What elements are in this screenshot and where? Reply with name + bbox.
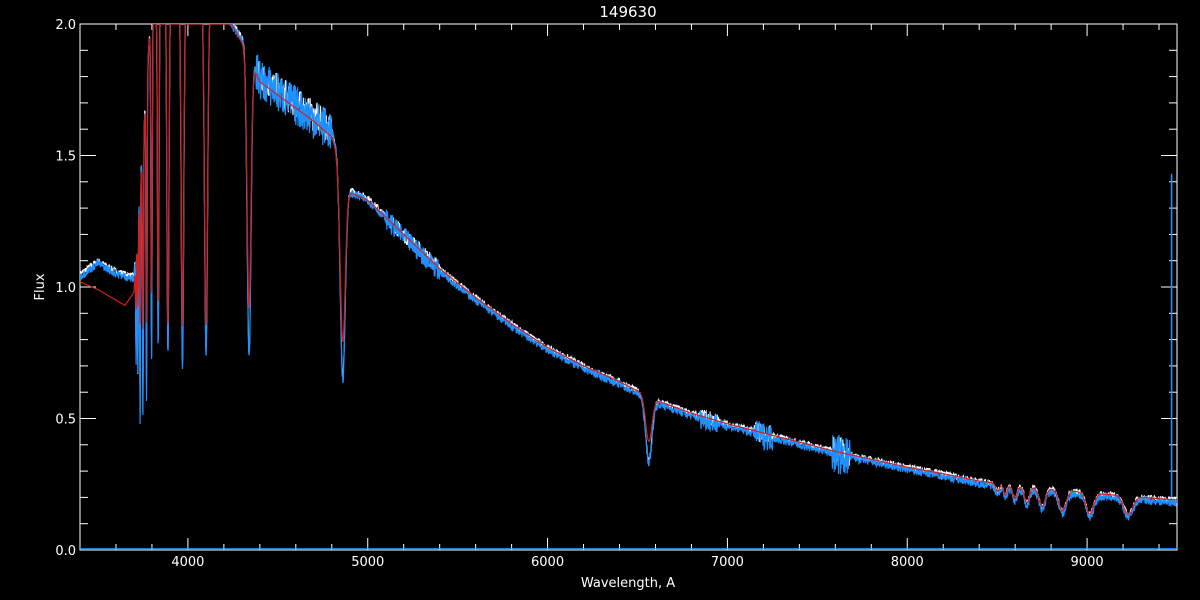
y-tick-label: 1.0: [55, 281, 76, 296]
observed-spectrum-blue: [80, 24, 1177, 521]
x-tick-label: 9000: [1071, 555, 1104, 570]
x-tick-label: 5000: [351, 555, 384, 570]
y-tick-label: 0.0: [55, 544, 76, 559]
x-tick-label: 8000: [891, 555, 924, 570]
y-tick-label: 0.5: [55, 413, 76, 428]
x-tick-label: 4000: [171, 555, 204, 570]
y-axis-label: Flux: [33, 273, 48, 300]
x-tick-label: 7000: [711, 555, 744, 570]
x-axis-label: Wavelength, A: [581, 576, 675, 591]
model-spectrum-red: [80, 24, 1177, 516]
chart-title: 149630: [599, 3, 656, 21]
x-tick-label: 6000: [531, 555, 564, 570]
y-tick-label: 1.5: [55, 150, 76, 165]
plot-frame: [79, 23, 1178, 551]
spectrum-chart: 149630 Wavelength, A Flux 4000 5000 6000 70…: [33, 3, 1178, 591]
observed-spectrum-white: [80, 24, 1177, 518]
y-tick-label: 2.0: [55, 18, 76, 33]
data-series: [80, 24, 1177, 550]
